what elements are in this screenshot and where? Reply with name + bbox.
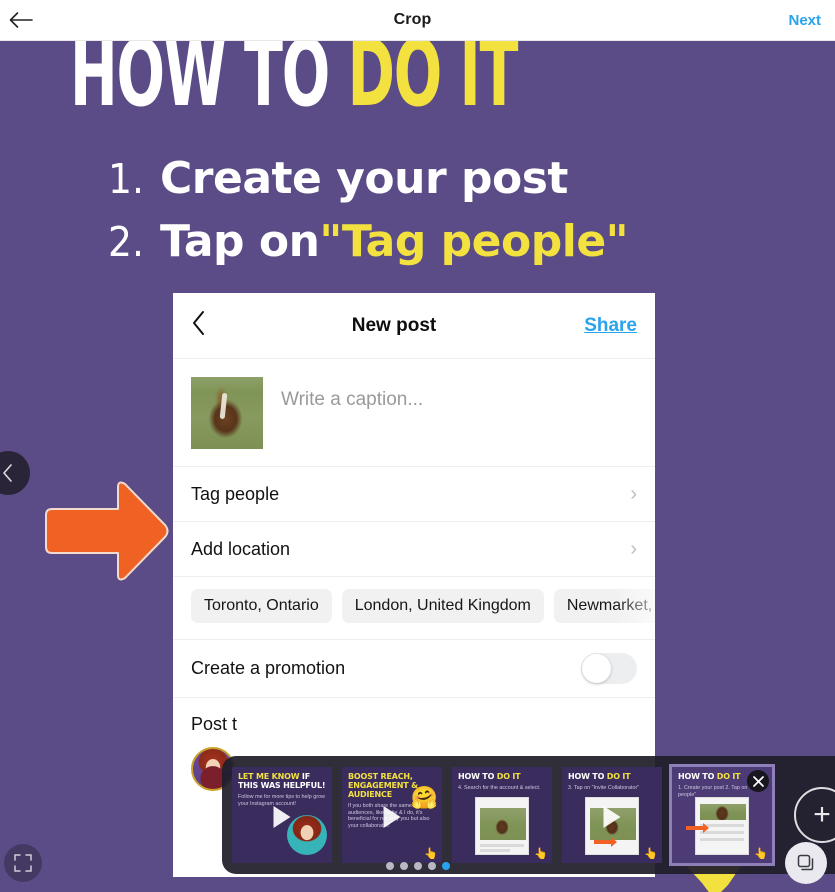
filmstrip-item-selected[interactable]: HOW TO DO IT 1. Create your post 2. Tap …	[669, 764, 775, 866]
location-chip[interactable]: Toronto, Ontario	[191, 589, 332, 623]
filmstrip-title-white: HOW TO	[458, 772, 497, 781]
ig-back-button[interactable]	[191, 309, 231, 342]
layers-button[interactable]	[785, 842, 827, 884]
ig-header: New post Share	[173, 293, 655, 359]
inner-line	[480, 844, 524, 847]
orange-right-arrow-icon	[45, 481, 169, 581]
create-promotion-toggle[interactable]	[581, 653, 637, 684]
page-dot[interactable]	[399, 862, 408, 870]
presenter-headshot	[287, 815, 327, 855]
page-dot-active[interactable]	[441, 862, 450, 870]
toggle-knob	[582, 654, 611, 683]
filmstrip-item-title: HOW TO DO IT	[562, 767, 662, 782]
top-bar: Crop Next	[0, 0, 835, 41]
step-item: 2. Tap on "Tag people"	[108, 216, 629, 267]
add-location-label: Add location	[191, 538, 291, 559]
prev-slide-button[interactable]	[0, 451, 30, 495]
back-button[interactable]	[0, 10, 70, 30]
filmstrip-item-body: 4. Search for the account & select.	[458, 784, 541, 791]
close-icon[interactable]	[747, 770, 769, 792]
step-number: 1.	[108, 155, 144, 203]
post-thumbnail[interactable]	[191, 377, 263, 449]
ig-title: New post	[351, 314, 437, 336]
step-item: 1. Create your post	[108, 153, 628, 204]
location-chip[interactable]: London, United Kingdom	[341, 589, 544, 623]
chevron-right-icon: ›	[630, 537, 637, 560]
play-icon	[383, 805, 401, 828]
inner-photo	[480, 808, 526, 840]
pointing-hand-icon: 👆	[644, 848, 658, 860]
page-dots	[0, 862, 835, 870]
next-button[interactable]: Next	[755, 12, 835, 29]
page-dot[interactable]	[427, 862, 436, 870]
filmstrip-title-yellow: DO IT	[496, 772, 521, 781]
close-x-icon	[752, 775, 764, 787]
filmstrip-title-white: HOW TO	[568, 772, 607, 781]
app-root: Crop Next HOW TO DO IT 1. Create your po…	[0, 0, 835, 892]
add-media-button[interactable]: +	[794, 787, 835, 843]
filmstrip-item[interactable]: BOOST REACH, ENGAGEMENT & AUDIENCE If yo…	[342, 767, 442, 863]
headline-yellow: DO IT	[347, 41, 519, 127]
arrow-left-icon	[9, 12, 33, 28]
ig-row-add-location[interactable]: Add location ›	[173, 522, 655, 577]
chevron-right-icon: ›	[630, 482, 637, 505]
filmstrip-item[interactable]: LET ME KNOW IF THIS WAS HELPFUL! Follow …	[232, 767, 332, 863]
hugging-face-emoji-icon: 🤗	[410, 785, 438, 810]
inner-line	[700, 838, 744, 841]
chevron-left-circle-icon	[3, 464, 12, 482]
inner-screenshot	[686, 797, 749, 855]
pointing-hand-icon: 👆	[424, 848, 438, 860]
step-number: 2.	[108, 218, 144, 266]
chevron-left-icon	[193, 311, 204, 335]
inner-photo	[700, 804, 746, 820]
filmstrip-item[interactable]: HOW TO DO IT 4. Search for the account &…	[452, 767, 552, 863]
filmstrip-item-body: 3. Tap on "Invite Collaborator"	[568, 784, 640, 791]
pointing-hand-icon: 👆	[754, 848, 768, 860]
slide-canvas[interactable]: HOW TO DO IT 1. Create your post 2. Tap …	[0, 41, 835, 892]
inner-line	[480, 849, 510, 852]
layers-stack-icon	[797, 854, 814, 871]
step-text-highlight: "Tag people"	[319, 216, 629, 267]
ig-row-tag-people[interactable]: Tag people ›	[173, 467, 655, 522]
page-title: Crop	[393, 11, 432, 28]
create-promotion-label: Create a promotion	[191, 658, 346, 678]
play-icon	[273, 805, 291, 828]
ig-row-create-promotion: Create a promotion	[173, 640, 655, 698]
media-filmstrip: LET ME KNOW IF THIS WAS HELPFUL! Follow …	[222, 756, 835, 874]
location-chip[interactable]: Newmarket,	[553, 589, 655, 623]
post-to-label: Post t	[191, 714, 238, 734]
page-dot[interactable]	[385, 862, 394, 870]
filmstrip-title-white: HOW TO	[678, 772, 717, 781]
filmstrip-item-title: HOW TO DO IT	[452, 767, 552, 782]
pointing-hand-icon: 👆	[534, 848, 548, 860]
play-icon	[603, 805, 621, 828]
filmstrip-title-yellow: DO IT	[606, 772, 631, 781]
filmstrip-item-title: LET ME KNOW IF THIS WAS HELPFUL!	[232, 767, 332, 791]
step-text: Tap on	[160, 216, 320, 267]
caption-placeholder[interactable]: Write a caption...	[263, 377, 423, 448]
filmstrip-title-yellow: LET ME KNOW	[238, 772, 300, 781]
step-text: Create your post	[160, 153, 568, 204]
headline-white: HOW TO	[70, 41, 348, 127]
filmstrip-title-yellow: DO IT	[716, 772, 741, 781]
inner-screenshot	[475, 797, 529, 855]
tag-people-label: Tag people	[191, 483, 280, 504]
slide-steps: 1. Create your post 2. Tap on "Tag peopl…	[108, 153, 629, 267]
inner-orange-arrow	[686, 823, 709, 833]
slide-headline: HOW TO DO IT	[70, 41, 518, 120]
inner-orange-arrow	[594, 837, 617, 847]
ig-share-button[interactable]: Share	[557, 315, 637, 337]
location-suggestions: Toronto, Ontario London, United Kingdom …	[173, 577, 655, 640]
page-dot[interactable]	[413, 862, 422, 870]
orange-pointer-arrow	[44, 479, 170, 588]
ig-caption-row[interactable]: Write a caption...	[173, 359, 655, 467]
filmstrip-item[interactable]: HOW TO DO IT 3. Tap on "Invite Collabora…	[562, 767, 662, 863]
